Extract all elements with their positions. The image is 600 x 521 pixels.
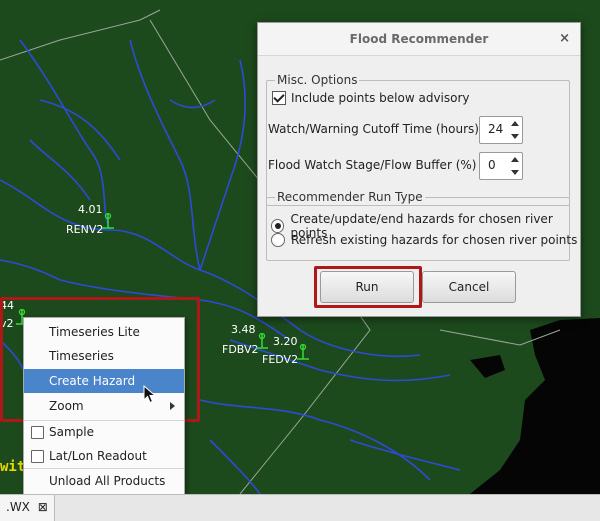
checkbox[interactable]: [31, 426, 44, 439]
menu-item-label: Sample: [49, 425, 94, 439]
menu-item-timeseries[interactable]: Timeseries: [24, 344, 184, 368]
gauge-value: 3.20: [273, 335, 298, 348]
gauge-id: RENV2: [66, 223, 104, 236]
editor-tab[interactable]: .WX ⊠: [0, 495, 55, 521]
include-below-advisory-option[interactable]: Include points below advisory: [272, 91, 470, 105]
gauge-icon[interactable]: [255, 332, 269, 350]
cutoff-time-value: 24: [488, 122, 504, 136]
run-type-option-label: Refresh existing hazards for chosen rive…: [291, 233, 578, 247]
radio-button[interactable]: [271, 233, 285, 247]
menu-item-label: Zoom: [49, 399, 84, 413]
spinner-up-icon[interactable]: [511, 157, 519, 162]
menu-item-create-hazard[interactable]: Create Hazard: [24, 369, 184, 393]
run-type-title: Recommender Run Type: [275, 190, 425, 204]
include-below-advisory-checkbox[interactable]: [272, 91, 286, 105]
menu-item-label: Unload All Products: [49, 474, 166, 488]
gauge-id: FDBV2: [222, 343, 259, 356]
buffer-label: Flood Watch Stage/Flow Buffer (%): [268, 158, 477, 172]
gauge-icon[interactable]: [101, 212, 115, 230]
cancel-button[interactable]: Cancel: [422, 271, 516, 303]
run-type-option[interactable]: Refresh existing hazards for chosen rive…: [271, 233, 577, 247]
tab-label: .WX: [6, 500, 30, 514]
menu-item-sample[interactable]: Sample: [24, 420, 184, 444]
close-tab-icon[interactable]: ⊠: [38, 500, 48, 514]
menu-item-label: Timeseries Lite: [49, 325, 140, 339]
menu-item-timeseries-lite[interactable]: Timeseries Lite: [24, 320, 184, 344]
submenu-arrow-icon: [170, 402, 175, 410]
cutoff-label: Watch/Warning Cutoff Time (hours): [268, 122, 479, 136]
gauge-value: 3.48: [231, 323, 256, 336]
dialog-titlebar[interactable]: Flood Recommender ×: [258, 23, 580, 56]
spinner-down-icon[interactable]: [511, 134, 519, 139]
close-icon[interactable]: ×: [559, 23, 570, 55]
map-text-fragment: wit: [0, 459, 26, 475]
menu-item-zoom[interactable]: Zoom: [24, 394, 184, 418]
menu-item-latlon-readout[interactable]: Lat/Lon Readout: [24, 444, 184, 468]
include-below-advisory-label: Include points below advisory: [291, 91, 470, 105]
context-menu: Timeseries Lite Timeseries Create Hazard…: [23, 317, 185, 495]
mouse-cursor-icon: [143, 385, 157, 404]
dialog-title: Flood Recommender: [349, 32, 489, 46]
buffer-value: 0: [488, 158, 496, 172]
run-button[interactable]: Run: [320, 271, 414, 303]
spinner-up-icon[interactable]: [511, 121, 519, 126]
gauge-icon[interactable]: [296, 343, 310, 361]
gauge-id: FEDV2: [262, 353, 299, 366]
buffer-spinner[interactable]: 0: [479, 152, 523, 180]
misc-options-title: Misc. Options: [275, 73, 360, 87]
spinner-down-icon[interactable]: [511, 170, 519, 175]
flood-recommender-dialog: Flood Recommender × Misc. Options Includ…: [257, 22, 581, 317]
menu-item-label: Lat/Lon Readout: [49, 449, 147, 463]
cutoff-time-spinner[interactable]: 24: [479, 116, 523, 144]
menu-item-label: Create Hazard: [49, 374, 136, 388]
radio-button[interactable]: [271, 219, 285, 233]
menu-item-label: Timeseries: [49, 349, 114, 363]
gauge-value: 4.01: [78, 203, 103, 216]
checkbox[interactable]: [31, 450, 44, 463]
menu-item-unload-all-products[interactable]: Unload All Products: [24, 469, 184, 493]
bottom-tab-bar: .WX ⊠: [0, 494, 600, 521]
